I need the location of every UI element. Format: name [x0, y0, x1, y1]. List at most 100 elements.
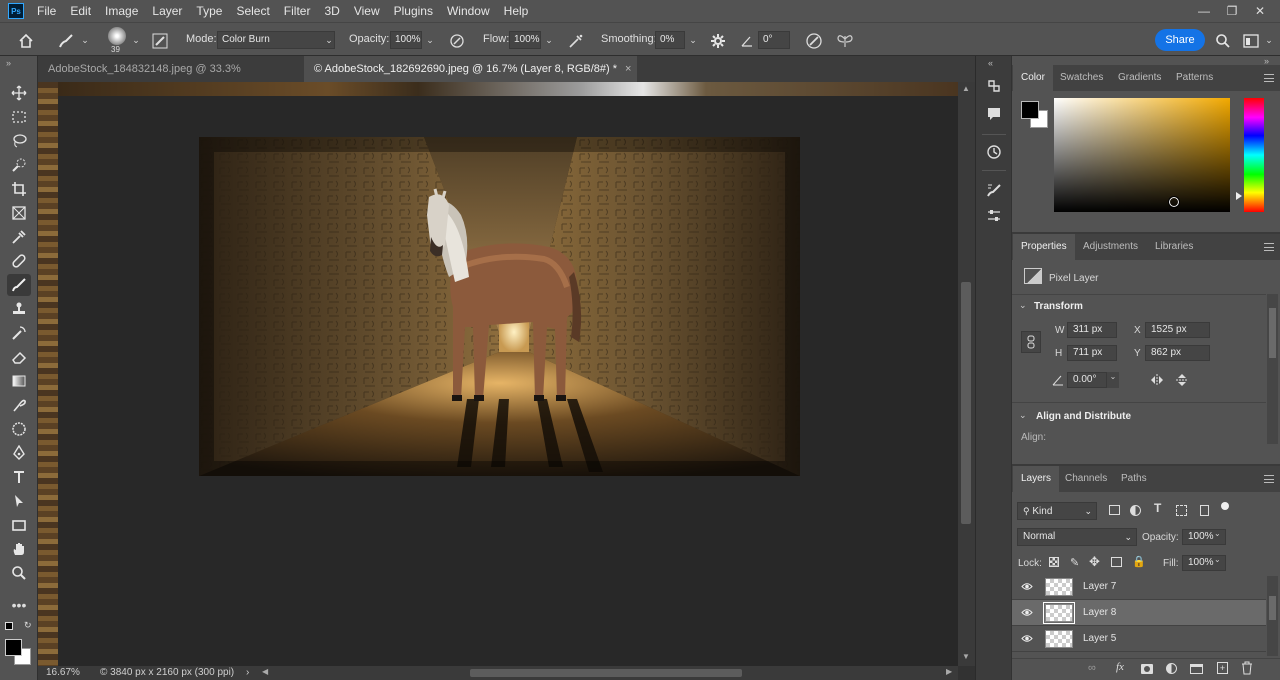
tab-layers[interactable]: Layers	[1013, 466, 1060, 492]
menu-help[interactable]: Help	[497, 0, 536, 22]
lock-position-icon[interactable]: ✥	[1089, 554, 1100, 570]
new-layer-icon[interactable]: +	[1217, 662, 1228, 674]
foreground-color-chip[interactable]	[1021, 101, 1039, 119]
tab-libraries[interactable]: Libraries	[1155, 234, 1193, 260]
scroll-left-icon[interactable]: ◀	[262, 667, 268, 676]
scroll-down-icon[interactable]: ▼	[962, 652, 970, 661]
lock-image-icon[interactable]: ✎	[1070, 556, 1079, 569]
healing-brush-tool-icon[interactable]	[7, 250, 31, 272]
marquee-tool-icon[interactable]	[7, 106, 31, 128]
tab-gradients[interactable]: Gradients	[1118, 65, 1161, 91]
chevron-down-icon[interactable]: ⌄	[78, 31, 92, 49]
lasso-tool-icon[interactable]	[7, 130, 31, 152]
smudge-tool-icon[interactable]	[7, 394, 31, 416]
sponge-tool-icon[interactable]	[7, 418, 31, 440]
move-tool-icon[interactable]	[7, 82, 31, 104]
panel-menu-icon[interactable]	[1264, 243, 1274, 251]
properties-scrollbar[interactable]	[1267, 294, 1278, 444]
chevron-down-icon[interactable]: ⌄	[322, 31, 336, 49]
menu-type[interactable]: Type	[189, 0, 229, 22]
panel-menu-icon[interactable]	[1264, 74, 1274, 82]
layer-row[interactable]: Layer 7	[1012, 574, 1266, 600]
symmetry-butterfly-icon[interactable]	[835, 31, 855, 51]
menu-select[interactable]: Select	[229, 0, 276, 22]
swap-colors-icon[interactable]: ↻	[24, 620, 32, 631]
align-section-title[interactable]: Align and Distribute	[1036, 411, 1131, 422]
layer-thumbnail[interactable]	[1043, 602, 1075, 624]
chevron-down-icon[interactable]: ⌄	[1019, 410, 1027, 421]
share-button[interactable]: Share	[1155, 29, 1205, 51]
doc-tab-1[interactable]: AdobeStock_184832148.jpeg @ 33.3% (RGB/8…	[38, 56, 300, 101]
y-field[interactable]: 862 px	[1145, 345, 1210, 361]
history-brush-tool-icon[interactable]	[7, 322, 31, 344]
history-states-icon[interactable]	[984, 76, 1004, 96]
filter-smartobject-icon[interactable]	[1200, 505, 1209, 516]
menu-file[interactable]: File	[30, 0, 63, 22]
status-menu-arrow[interactable]: ›	[246, 666, 249, 680]
brush-settings-icon[interactable]	[984, 180, 1004, 200]
collapse-icon[interactable]: «	[988, 58, 993, 68]
height-field[interactable]: 711 px	[1067, 345, 1117, 361]
smoothing-field[interactable]: 0%	[655, 31, 685, 49]
layer-row-selected[interactable]: Layer 8	[1012, 600, 1266, 626]
history-icon[interactable]	[984, 142, 1004, 162]
layer-thumbnail[interactable]	[1045, 630, 1073, 648]
canvas-area[interactable]	[38, 82, 958, 666]
eyedropper-tool-icon[interactable]	[7, 226, 31, 248]
pressure-size-icon[interactable]	[804, 31, 824, 51]
close-icon[interactable]: ✕	[1246, 0, 1274, 22]
doc-tab-2[interactable]: © AdobeStock_182692690.jpeg @ 16.7% (Lay…	[304, 56, 637, 82]
tab-swatches[interactable]: Swatches	[1060, 65, 1103, 91]
menu-3d[interactable]: 3D	[317, 0, 346, 22]
collapse-icon[interactable]: »	[6, 58, 11, 68]
fx-icon[interactable]: fx	[1116, 661, 1124, 673]
filter-type-icon[interactable]: T	[1154, 501, 1161, 515]
menu-window[interactable]: Window	[440, 0, 497, 22]
menu-edit[interactable]: Edit	[63, 0, 98, 22]
rotation-field[interactable]: 0.00°	[1067, 372, 1107, 388]
home-icon[interactable]	[16, 31, 36, 51]
type-tool-icon[interactable]	[7, 466, 31, 488]
chevron-down-icon[interactable]: ⌄	[423, 31, 437, 49]
filter-shape-icon[interactable]	[1176, 505, 1187, 516]
lock-transparent-icon[interactable]	[1049, 557, 1059, 567]
eye-icon[interactable]	[1021, 608, 1033, 617]
search-icon[interactable]	[1213, 31, 1233, 51]
chevron-down-icon[interactable]: ⌄	[686, 31, 700, 49]
quick-selection-tool-icon[interactable]	[7, 154, 31, 176]
scroll-thumb[interactable]	[470, 669, 742, 677]
tab-patterns[interactable]: Patterns	[1176, 65, 1213, 91]
adjustments-sliders-icon[interactable]	[984, 206, 1004, 226]
blend-mode-select[interactable]: Normal ⌄	[1017, 528, 1137, 546]
scroll-up-icon[interactable]: ▲	[962, 84, 970, 93]
chevron-down-icon[interactable]: ⌄	[1262, 31, 1276, 49]
chevron-down-icon[interactable]: ⌄	[542, 31, 556, 49]
layer-name[interactable]: Layer 5	[1083, 633, 1116, 644]
tab-properties[interactable]: Properties	[1013, 234, 1075, 260]
layer-thumbnail[interactable]	[1045, 578, 1073, 596]
brush-tool-icon[interactable]	[7, 274, 31, 296]
mode-select[interactable]: Color Burn	[217, 31, 335, 49]
flip-horizontal-icon[interactable]	[1149, 373, 1165, 387]
workspace-icon[interactable]	[1241, 31, 1261, 51]
filter-pixel-icon[interactable]	[1109, 505, 1120, 515]
menu-plugins[interactable]: Plugins	[387, 0, 440, 22]
flip-vertical-icon[interactable]	[1175, 372, 1189, 388]
clone-stamp-tool-icon[interactable]	[7, 298, 31, 320]
panel-collapse-icon[interactable]: »	[1264, 56, 1269, 66]
brush-preview[interactable]	[108, 27, 126, 45]
link-layers-icon[interactable]: ∞	[1088, 662, 1096, 674]
document-canvas[interactable]	[199, 137, 800, 476]
menu-image[interactable]: Image	[98, 0, 145, 22]
filter-toggle-icon[interactable]	[1221, 502, 1229, 510]
foreground-color-swatch[interactable]	[5, 639, 22, 656]
chevron-down-icon[interactable]: ⌄	[1214, 555, 1221, 564]
pen-tool-icon[interactable]	[7, 442, 31, 464]
scroll-thumb[interactable]	[1269, 308, 1276, 358]
path-selection-tool-icon[interactable]	[7, 490, 31, 512]
opacity-field[interactable]: 100%	[390, 31, 422, 49]
more-tools-icon[interactable]: •••	[7, 594, 31, 616]
zoom-level[interactable]: 16.67%	[46, 666, 80, 680]
zoom-tool-icon[interactable]	[7, 562, 31, 584]
brush-settings-icon[interactable]	[150, 31, 170, 51]
